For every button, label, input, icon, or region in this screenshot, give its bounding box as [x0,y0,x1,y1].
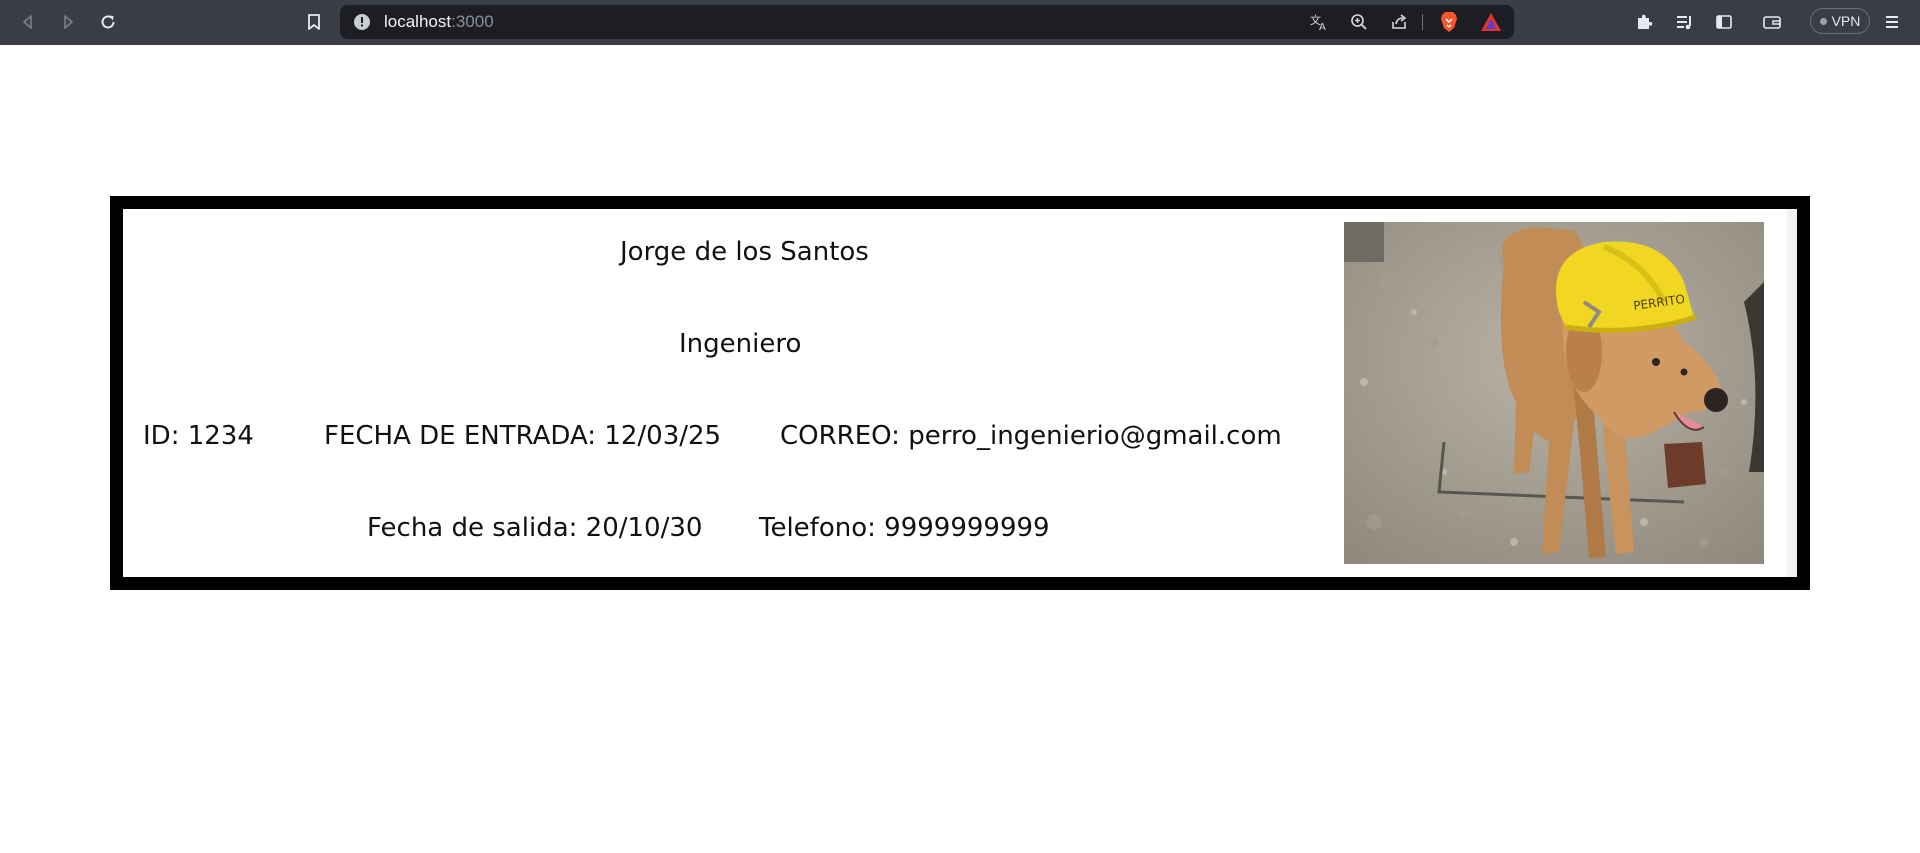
employee-card: Jorge de los Santos Ingeniero ID: 1234 F… [110,196,1810,590]
vpn-button[interactable]: VPN [1810,8,1870,34]
forward-button[interactable] [54,9,82,35]
exit-date: Fecha de salida: 20/10/30 [367,513,703,543]
forward-arrow-icon [64,15,73,29]
puzzle-icon [1638,14,1653,29]
entry-date: FECHA DE ENTRADA: 12/03/25 [324,421,722,451]
employee-name: Jorge de los Santos [620,237,869,267]
vpn-label: VPN [1831,13,1861,29]
employee-phone: Telefono: 9999999999 [759,513,1050,543]
omnibox-separator [1422,14,1423,30]
translate-icon[interactable]: 文A [1308,12,1330,32]
employee-photo: PERRITO [1344,222,1764,564]
main-menu-button[interactable] [1878,9,1906,35]
hamburger-menu-icon [1886,16,1898,28]
brave-rewards-icon[interactable] [1480,12,1502,32]
extensions-button[interactable] [1630,9,1658,35]
employee-card-body: Jorge de los Santos Ingeniero ID: 1234 F… [123,209,1797,577]
bookmark-icon [308,14,320,30]
url-text[interactable]: localhost:3000 [384,13,494,31]
playlist-icon [1677,16,1691,30]
employee-email: CORREO: perro_ingenierio@gmail.com [780,421,1282,451]
reload-button[interactable] [94,9,122,35]
address-bar[interactable]: localhost:3000 文A [340,5,1514,39]
back-arrow-icon [23,15,32,29]
bookmark-button[interactable] [300,9,328,35]
employee-role: Ingeniero [679,329,802,359]
sidebar-icon [1716,15,1732,29]
back-button[interactable] [14,9,42,35]
url-port: :3000 [451,12,494,31]
wallet-icon [1763,16,1781,29]
dog-with-hardhat-image: PERRITO [1344,222,1764,564]
media-playlist-button[interactable] [1670,9,1698,35]
sidebar-toggle-button[interactable] [1710,9,1738,35]
zoom-icon[interactable] [1348,12,1370,32]
svg-text:A: A [1319,22,1326,31]
card-edge-shadow [1787,209,1797,577]
reload-icon [101,15,115,29]
url-host: localhost [384,12,452,31]
vpn-status-dot-icon [1819,17,1827,25]
share-icon[interactable] [1388,12,1410,32]
employee-id: ID: 1234 [143,421,254,451]
site-info-icon[interactable] [353,13,371,36]
browser-toolbar: localhost:3000 文A VPN [0,0,1920,45]
brave-shields-icon[interactable] [1438,12,1460,32]
wallet-button[interactable] [1758,9,1786,35]
